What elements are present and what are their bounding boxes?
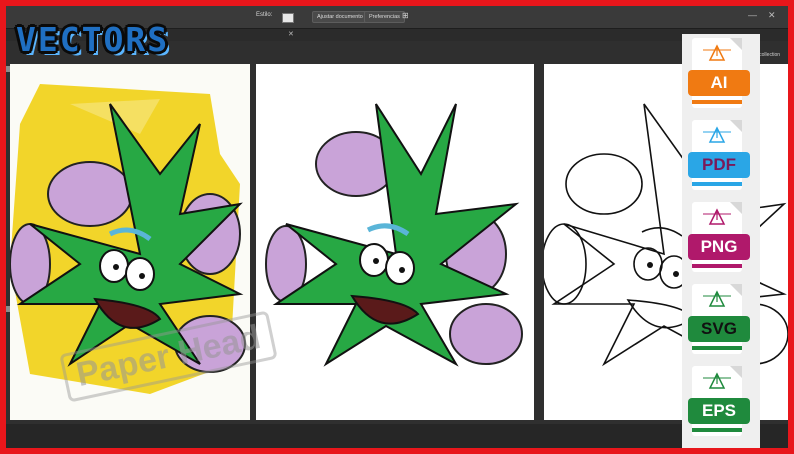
pen-tool-icon: [703, 372, 731, 389]
format-badge-ai: AI: [688, 38, 754, 110]
format-badge-svg: SVG: [688, 284, 754, 356]
pen-tool-icon: [703, 290, 731, 307]
minimize-icon[interactable]: —: [748, 10, 757, 20]
format-label: AI: [688, 70, 750, 96]
style-label: Estilo:: [256, 12, 273, 18]
format-label: EPS: [688, 398, 750, 424]
close-icon[interactable]: ✕: [768, 10, 776, 21]
cannabis-character-color: [265, 103, 523, 367]
adjust-document-button[interactable]: Ajustar documento: [312, 11, 368, 23]
tab-close-icon[interactable]: ✕: [288, 30, 294, 38]
artboard-color-version[interactable]: [256, 64, 534, 420]
illustrator-window: Estilo: Ajustar documento Preferencias ⊞…: [6, 6, 788, 448]
format-badge-eps: EPS: [688, 366, 754, 438]
pen-tool-icon: [703, 208, 731, 225]
arrange-icon[interactable]: ⊞: [402, 11, 409, 20]
horizontal-scrollbar[interactable]: [6, 424, 788, 448]
pen-tool-icon: [703, 126, 731, 143]
format-label: PNG: [688, 234, 750, 260]
pen-tool-icon: [703, 44, 731, 61]
file-format-panel: AI PDF PNG SVG EPS: [682, 34, 760, 448]
vectors-banner-title: VECTORS: [16, 20, 170, 59]
preferences-button[interactable]: Preferencias: [364, 11, 405, 23]
format-badge-png: PNG: [688, 202, 754, 274]
format-badge-pdf: PDF: [688, 120, 754, 192]
format-label: SVG: [688, 316, 750, 342]
style-swatch[interactable]: [282, 13, 294, 23]
format-label: PDF: [688, 152, 750, 178]
